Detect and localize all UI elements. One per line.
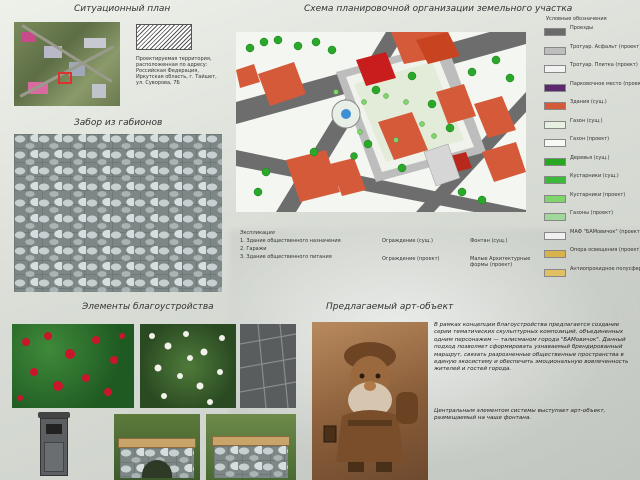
- paving-tiles-photo: [240, 324, 296, 408]
- legend-label: Антиопрокидное полусферы (проект): [570, 265, 640, 272]
- gabion-fence-photo: [14, 134, 222, 292]
- legend-swatch: [544, 28, 566, 36]
- legend-item: Деревья (сущ.): [544, 154, 640, 168]
- legend-label: Тротуар. Плитка (проект): [570, 62, 638, 68]
- gabion-bench-photo-2: [206, 414, 296, 480]
- explication-title: Экспликация: [240, 230, 275, 236]
- legend-label: Кустарники (проект): [570, 191, 626, 198]
- legend-label: Деревья (сущ.): [570, 154, 610, 161]
- legend-label: Газон (проект): [570, 136, 610, 142]
- legend-item: Парковочное место (проект): [544, 80, 640, 94]
- legend-swatch: [544, 120, 566, 129]
- note-fence-project: Ограждение (проект): [382, 256, 440, 262]
- legend-swatch: [544, 102, 566, 110]
- gabion-title: Забор из габионов: [74, 118, 163, 128]
- legend-item: Газон (сущ.): [544, 117, 640, 131]
- legend-item: Опора освещения (проект): [544, 248, 640, 260]
- situation-plan-title: Ситуационный план: [74, 4, 171, 14]
- legend-label: Газоны (проект): [570, 210, 614, 216]
- trash-bin-photo: [34, 412, 74, 478]
- legend-label: Опора освещения (проект): [570, 247, 640, 253]
- legend-label: Здания (сущ.): [570, 99, 607, 105]
- territory-hatch-swatch: [136, 24, 192, 50]
- legend-swatch: [544, 65, 566, 73]
- legend-swatch: [544, 250, 566, 258]
- art-title: Предлагаемый арт-объект: [326, 302, 454, 312]
- legend-label: Парковочное место (проект): [570, 80, 640, 87]
- explication-item-2: 2. Гаражи: [240, 246, 267, 252]
- explication-item-3: 3. Здание общественного питания: [240, 254, 332, 260]
- note-fountain: Фонтан (сущ.): [470, 238, 508, 244]
- red-flower-shrub-photo: [12, 324, 134, 408]
- legend-label: Газон (сущ.): [570, 117, 603, 124]
- legend-item: Проезды: [544, 26, 640, 38]
- legend-swatch: [544, 46, 566, 55]
- legend-swatch: [544, 213, 566, 221]
- legend-label: Тротуар. Асфальт (проект): [570, 43, 640, 50]
- explication-item-1: 1. Здание общественного назначения: [240, 238, 341, 244]
- legend-swatch: [544, 83, 566, 92]
- legend-swatch: [544, 268, 566, 277]
- situation-address: Проектируемая территория, расположенная …: [136, 56, 217, 86]
- legend-label: Кустарники (сущ.): [570, 173, 619, 179]
- legend-swatch: [544, 157, 566, 166]
- legend-item: Здания (сущ.): [544, 100, 640, 112]
- legend-swatch: [544, 139, 566, 147]
- art-paragraph-1: В рамках концепции благоустройства предл…: [434, 322, 629, 373]
- legend-swatch: [544, 176, 566, 184]
- note-maf: Малые Архитектурные формы (проект): [470, 256, 531, 268]
- legend-item: Тротуар. Асфальт (проект): [544, 43, 640, 57]
- legend-item: Тротуар. Плитка (проект): [544, 63, 640, 75]
- legend-title: Условные обозначения: [546, 16, 607, 22]
- gabion-bench-photo-1: [114, 414, 200, 480]
- legend-item: Кустарники (сущ.): [544, 174, 640, 186]
- legend-label: Проезды: [570, 25, 594, 31]
- site-plan: [236, 32, 526, 212]
- legend-label: МАФ "БАМовичок" (проект): [570, 228, 640, 235]
- note-fence-existing: Ограждение (сущ.): [382, 238, 433, 244]
- legend-item: Антиопрокидное полусферы (проект): [544, 265, 640, 279]
- legend-item: Газоны (проект): [544, 211, 640, 223]
- white-flower-shrub-photo: [140, 324, 236, 408]
- art-paragraph-2: Центральным элементом системы выступает …: [434, 408, 606, 422]
- elements-title: Элементы благоустройства: [82, 302, 214, 312]
- legend-item: МАФ "БАМовичок" (проект): [544, 228, 640, 242]
- legend-item: Кустарники (проект): [544, 191, 640, 205]
- scheme-title: Схема планировочной организации земельно…: [304, 4, 573, 14]
- gnome-sculpture-photo: [312, 322, 428, 480]
- legend-swatch: [544, 194, 566, 203]
- legend-swatch: [544, 231, 566, 240]
- legend-item: Газон (проект): [544, 137, 640, 149]
- satellite-image: [14, 22, 120, 106]
